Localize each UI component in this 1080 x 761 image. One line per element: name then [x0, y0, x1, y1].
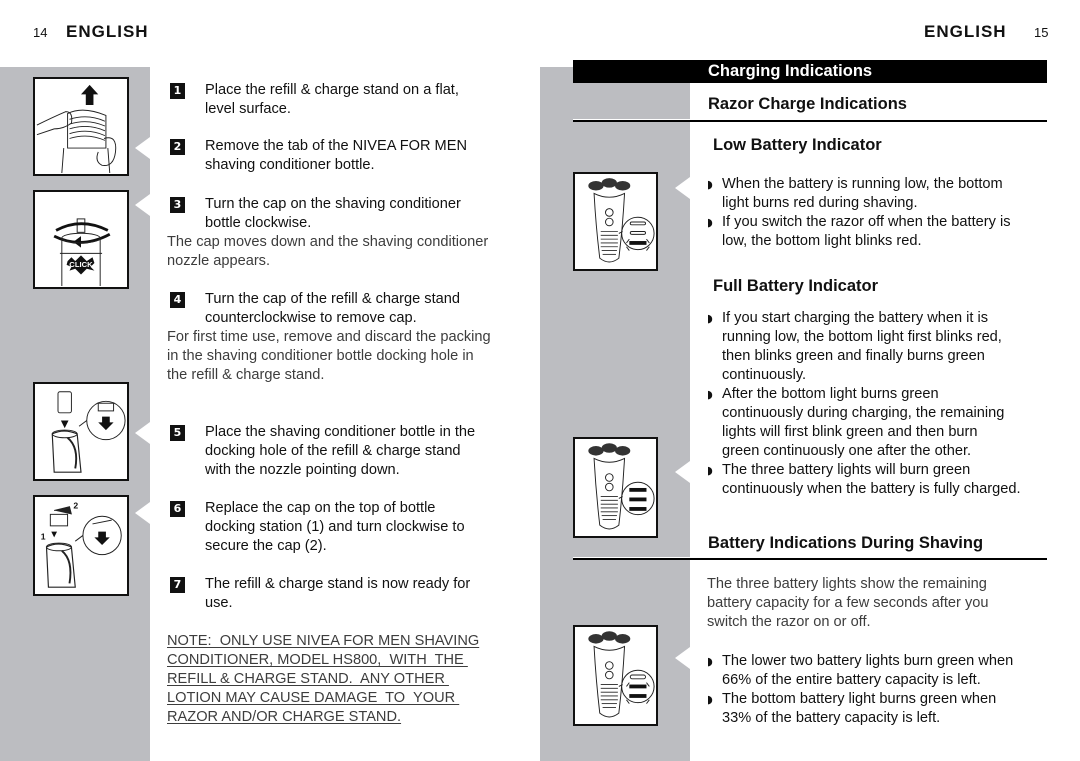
step-3-text: Turn the cap on the shaving conditioner …	[205, 196, 461, 231]
bullet-icon: ◗	[707, 464, 713, 477]
step-3-note: The cap moves down and the shaving condi…	[167, 234, 489, 269]
list-item-text: When the battery is running low, the bot…	[722, 176, 1003, 211]
razor-full-battery-illustration	[573, 437, 658, 538]
list-item: ◗ After the bottom light burns green cont…	[707, 385, 1021, 461]
page-header-right: ENGLISH	[924, 22, 1007, 41]
pointer-notch	[135, 137, 150, 159]
razor-low-battery-illustration	[573, 172, 658, 271]
pointer-notch	[135, 422, 150, 444]
list-item: ◗ The lower two battery lights burn green…	[707, 652, 1013, 690]
razor-icon	[588, 631, 655, 718]
bullet-icon: ◗	[707, 312, 713, 325]
step-number-badge: 4	[170, 292, 185, 308]
turn-bottle-cap-illustration: CLICK	[33, 190, 129, 289]
razor-icon	[588, 178, 655, 263]
low-battery-list: ◗ When the battery is running low, the bo…	[707, 175, 1011, 251]
section-title: Charging Indications	[708, 62, 873, 80]
click-label: CLICK	[69, 260, 93, 269]
during-shaving-intro: The three battery lights show the remain…	[707, 576, 989, 630]
step-label-2: 2	[73, 501, 78, 511]
razor-icon	[588, 443, 655, 530]
step-4-note: For first time use, remove and discard t…	[167, 329, 491, 383]
list-item-text: The three battery lights will burn green…	[722, 462, 1021, 497]
bullet-icon: ◗	[707, 388, 713, 401]
hand-bottle-arrow-icon	[36, 84, 117, 174]
step-number-badge: 5	[170, 425, 185, 441]
step-number-badge: 1	[170, 83, 185, 99]
step-number-badge: 7	[170, 577, 185, 593]
pointer-notch	[135, 194, 150, 216]
replace-stand-cap-illustration: 2 1	[33, 495, 129, 596]
pointer-notch	[675, 177, 690, 199]
bullet-icon: ◗	[707, 216, 713, 229]
full-battery-title: Full Battery Indicator	[713, 277, 879, 295]
insert-bottle-into-stand-illustration	[33, 382, 129, 481]
pointer-notch	[135, 502, 150, 524]
list-item: ◗ When the battery is running low, the bo…	[707, 175, 1011, 213]
remove-bottle-tab-illustration	[33, 77, 129, 176]
warning-note: NOTE: ONLY USE NIVEA FOR MEN SHAVING CON…	[167, 633, 480, 725]
rotate-arrow-icon	[55, 222, 109, 232]
step-5-text: Place the shaving conditioner bottle in …	[205, 424, 476, 478]
pointer-notch	[675, 647, 690, 669]
subsection-title: Razor Charge Indications	[708, 95, 907, 113]
list-item-text: If you switch the razor off when the bat…	[722, 214, 1011, 249]
list-item: ◗ The bottom battery light burns green wh…	[707, 690, 1013, 728]
list-item-text: The lower two battery lights burn green …	[722, 653, 1014, 688]
step-number-badge: 3	[170, 197, 185, 213]
during-shaving-title: Battery Indications During Shaving	[708, 534, 984, 552]
full-battery-list: ◗ If you start charging the battery when …	[707, 309, 1021, 499]
list-item-text: After the bottom light burns green conti…	[722, 386, 1005, 459]
list-item-text: If you start charging the battery when i…	[722, 310, 1002, 383]
pointer-notch	[675, 461, 690, 483]
bullet-icon: ◗	[707, 655, 713, 668]
step-7-text: The refill & charge stand is now ready f…	[205, 576, 471, 611]
bullet-icon: ◗	[707, 693, 713, 706]
low-battery-title: Low Battery Indicator	[713, 136, 882, 154]
list-item-text: The bottom battery light burns green whe…	[722, 691, 997, 726]
step-2-text: Remove the tab of the NIVEA FOR MEN shav…	[205, 138, 467, 173]
arrow-down-icon	[60, 420, 69, 429]
step-6-text: Replace the cap on the top of bottle doc…	[205, 500, 465, 554]
razor-shaving-battery-illustration	[573, 625, 658, 726]
page-number-right: 15	[1034, 25, 1049, 40]
list-item: ◗ If you switch the razor off when the ba…	[707, 213, 1011, 251]
step-number-badge: 2	[170, 139, 185, 155]
section-title-bar: Charging Indications	[573, 60, 1047, 83]
step-1-text: Place the refill & charge stand on a fla…	[205, 82, 459, 117]
step-4-text: Turn the cap of the refill & charge stan…	[205, 291, 460, 326]
step-label-1: 1	[41, 531, 46, 541]
manual-spread: 14 ENGLISH CLICK 2 1 1 Place the refill …	[0, 0, 1080, 761]
step-number-badge: 6	[170, 501, 185, 517]
bullet-icon: ◗	[707, 178, 713, 191]
list-item: ◗ If you start charging the battery when …	[707, 309, 1021, 385]
list-item: ◗ The three battery lights will burn gree…	[707, 461, 1021, 499]
during-shaving-list: ◗ The lower two battery lights burn green…	[707, 652, 1013, 728]
divider-line	[573, 119, 1047, 122]
divider-line	[573, 557, 1047, 560]
page-header-left: ENGLISH	[66, 22, 149, 41]
page-number-left: 14	[33, 25, 48, 40]
